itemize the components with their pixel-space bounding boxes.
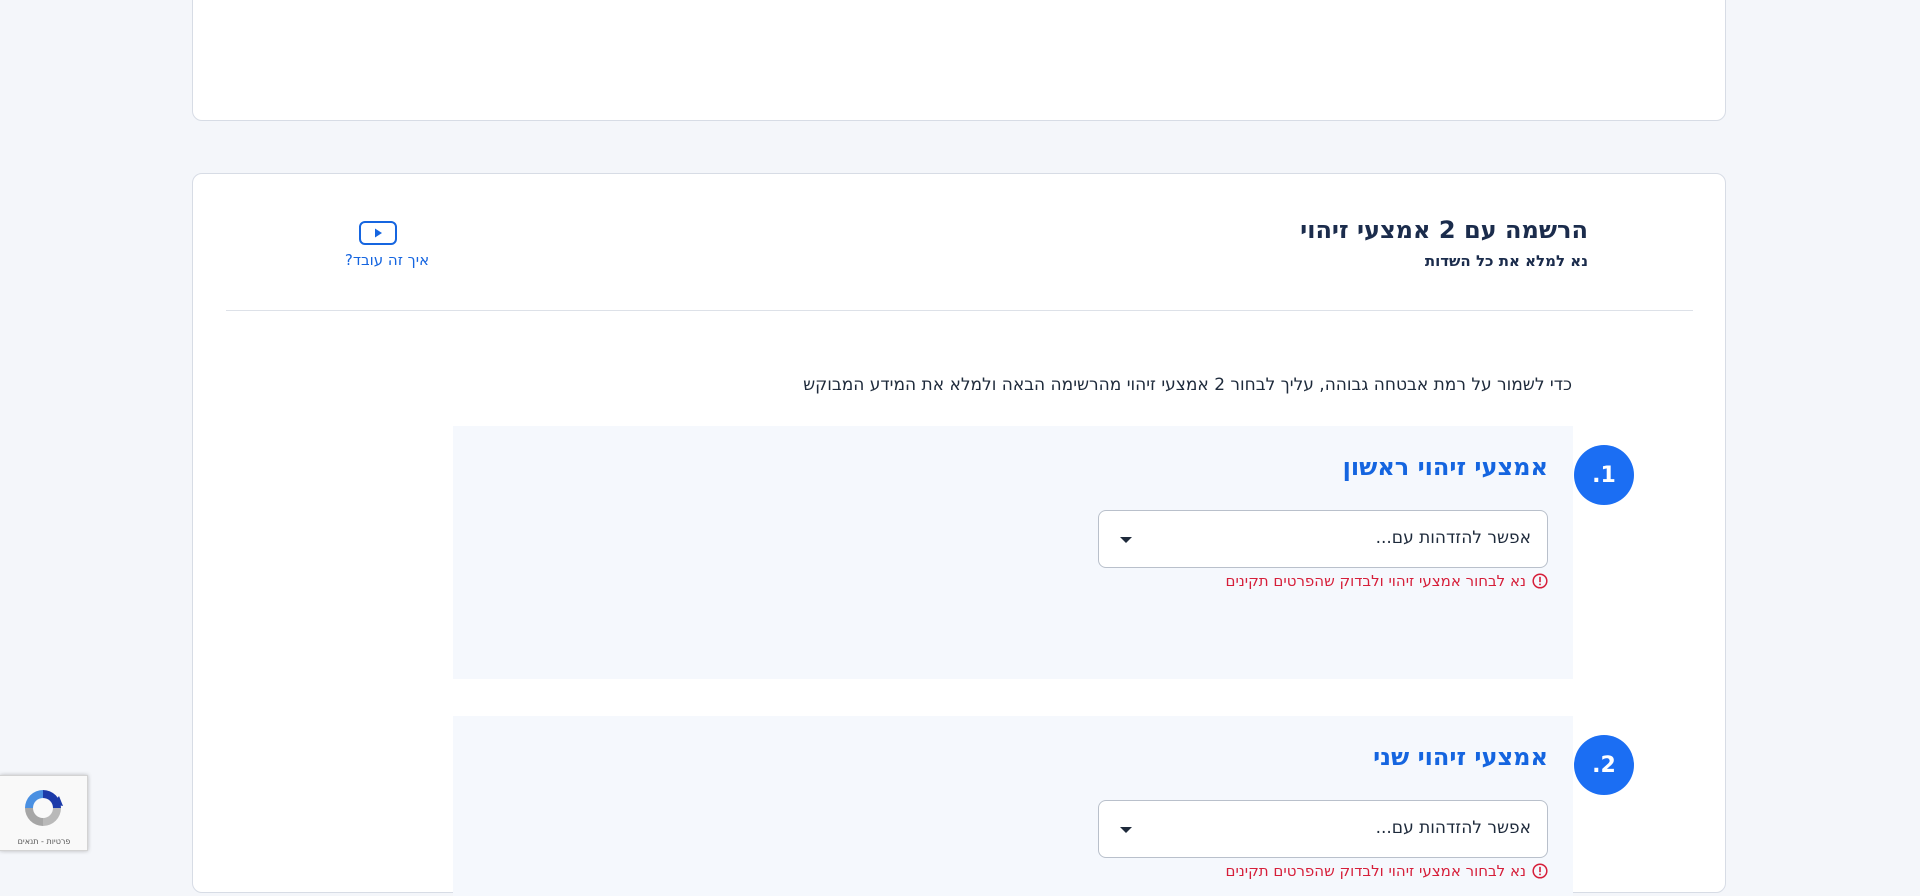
step-2-badge: .2 [1574, 735, 1634, 795]
step-2-error: נא לבחור אמצעי זיהוי ולבדוק שהפרטים תקינ… [1225, 862, 1548, 880]
registration-title: הרשמה עם 2 אמצעי זיהוי [1300, 216, 1588, 244]
step-1-title: אמצעי זיהוי ראשון [1342, 453, 1548, 481]
step-2-select-placeholder: אפשר להזדהות עם... [1375, 818, 1531, 838]
step-2-error-text: נא לבחור אמצעי זיהוי ולבדוק שהפרטים תקינ… [1225, 862, 1526, 880]
play-video-button[interactable] [359, 221, 397, 245]
chevron-down-icon [1120, 827, 1132, 833]
step-2-title: אמצעי זיהוי שני [1373, 743, 1548, 771]
recaptcha-badge[interactable]: פרטיות - תנאים [0, 775, 88, 851]
step-1-badge: .1 [1574, 445, 1634, 505]
chevron-down-icon [1120, 537, 1132, 543]
previous-section-card [192, 0, 1726, 121]
intro-text: כדי לשמור על רמת אבטחה גבוהה, עליך לבחור… [803, 375, 1572, 395]
error-icon [1532, 573, 1548, 589]
recaptcha-logo-icon [25, 790, 63, 826]
step-2-method-select[interactable]: אפשר להזדהות עם... [1098, 800, 1548, 858]
header-divider [226, 310, 1693, 311]
error-icon [1532, 863, 1548, 879]
step-1-method-select[interactable]: אפשר להזדהות עם... [1098, 510, 1548, 568]
registration-subtitle: נא למלא את כל השדות [1424, 252, 1588, 270]
how-it-works-link[interactable]: איך זה עובד? [312, 251, 462, 269]
play-icon [375, 228, 382, 238]
step-1-select-placeholder: אפשר להזדהות עם... [1375, 528, 1531, 548]
step-1-error: נא לבחור אמצעי זיהוי ולבדוק שהפרטים תקינ… [1225, 572, 1548, 590]
step-1-error-text: נא לבחור אמצעי זיהוי ולבדוק שהפרטים תקינ… [1225, 572, 1526, 590]
recaptcha-links[interactable]: פרטיות - תנאים [0, 837, 88, 846]
